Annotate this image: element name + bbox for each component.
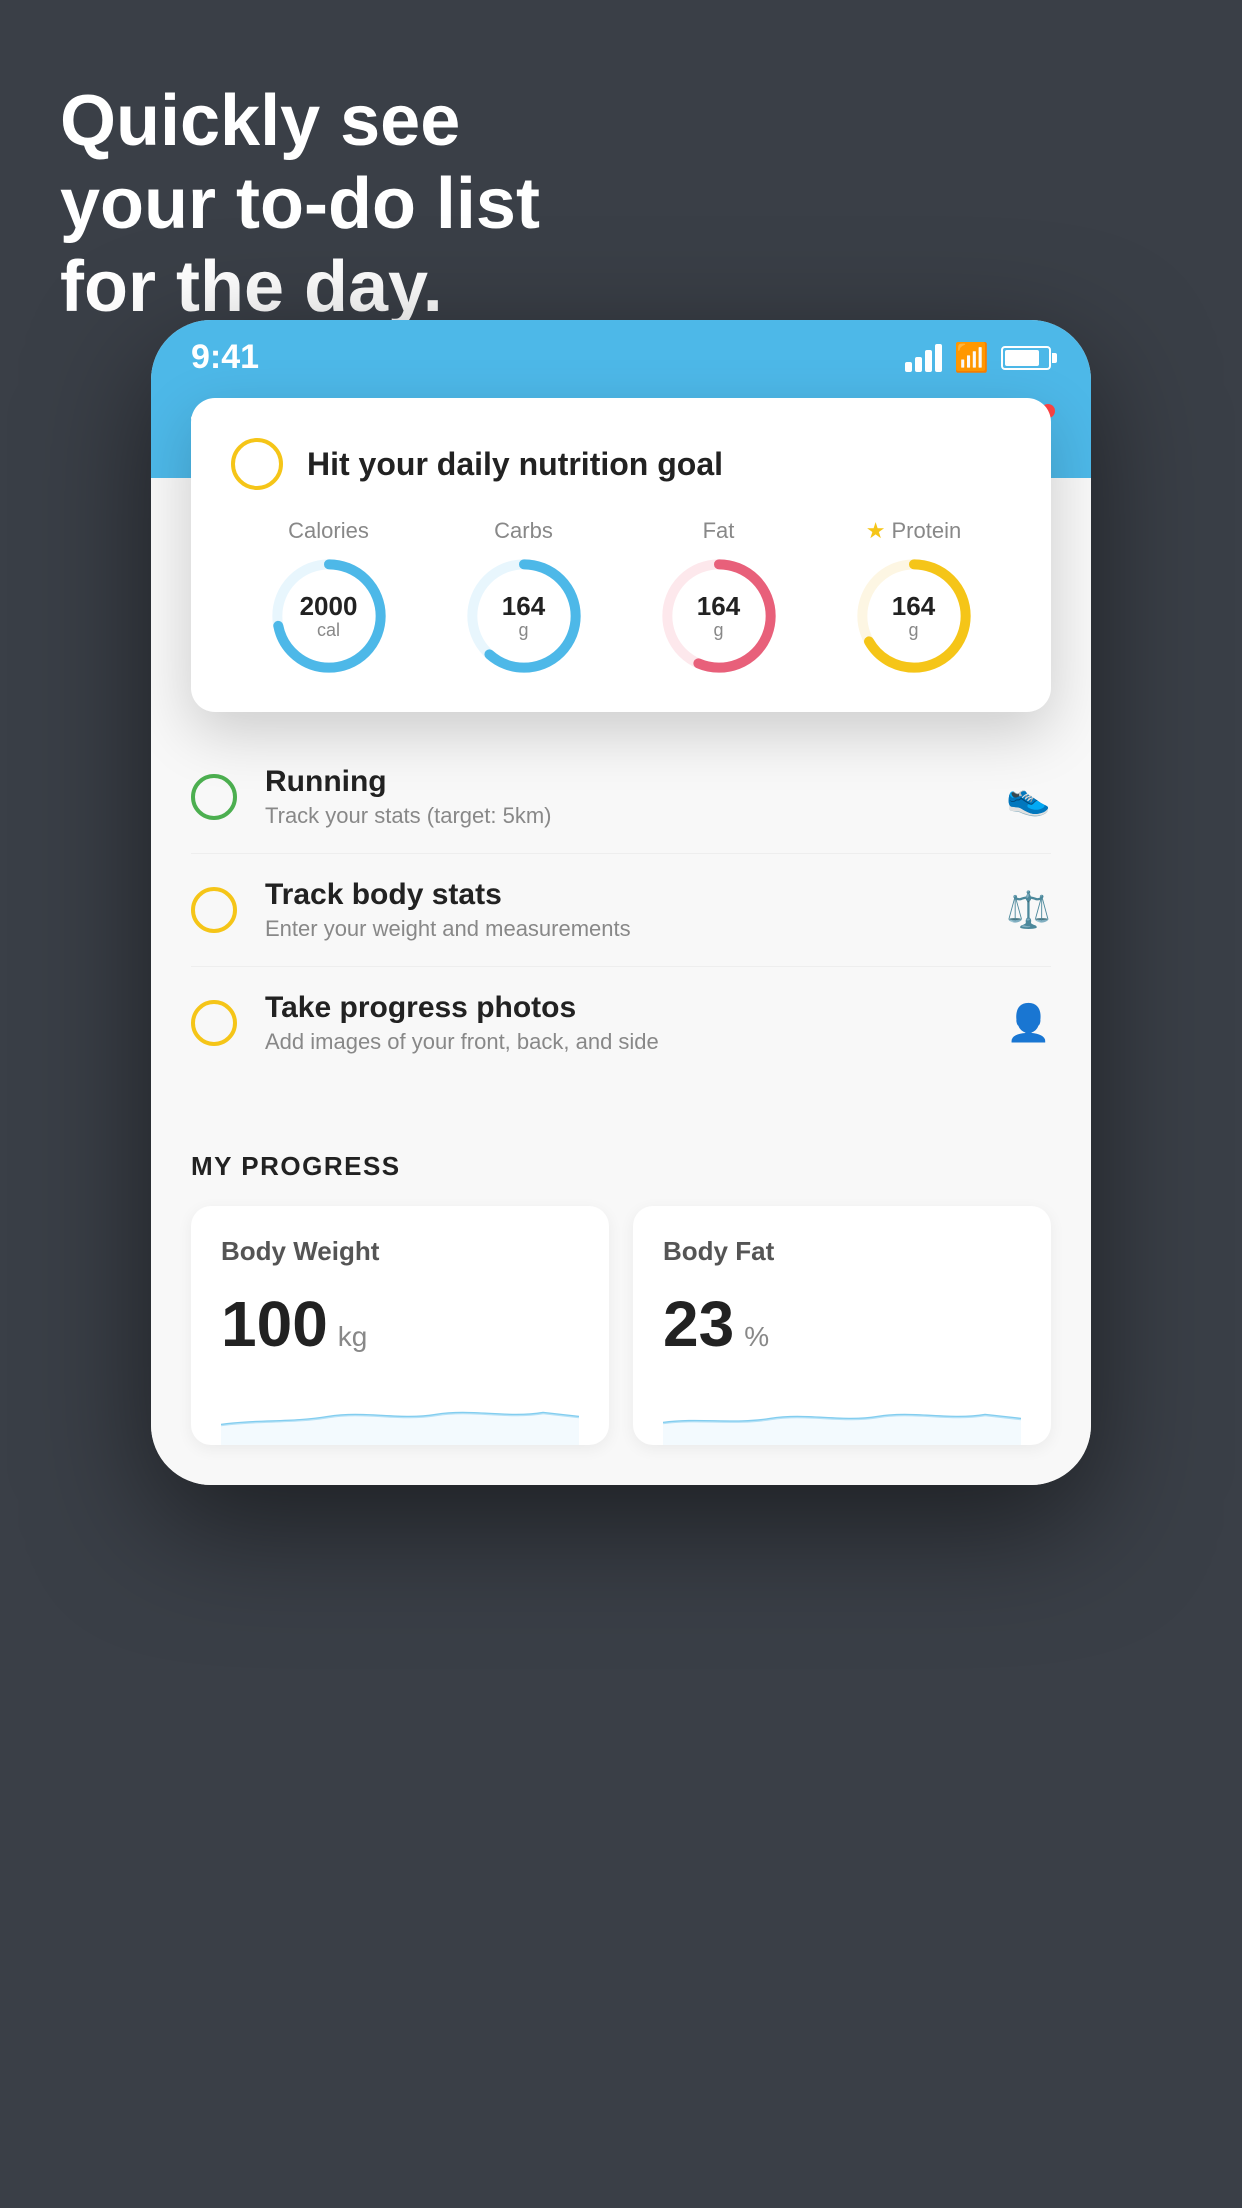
fat-value: 164 g [697, 592, 740, 640]
body-fat-card-title: Body Fat [663, 1236, 1021, 1267]
protein-star-icon: ★ [866, 518, 886, 544]
carbs-ring: 164 g [464, 556, 584, 676]
person-icon: 👤 [1006, 1002, 1051, 1044]
calories-value: 2000 cal [300, 592, 358, 640]
running-checkbox[interactable] [191, 774, 237, 820]
body-stats-text: Track body stats Enter your weight and m… [265, 878, 1006, 942]
body-stats-subtitle: Enter your weight and measurements [265, 916, 1006, 942]
progress-photos-title: Take progress photos [265, 991, 1006, 1025]
body-weight-unit: kg [338, 1321, 368, 1353]
fat-label: Fat [703, 518, 735, 544]
progress-cards: Body Weight 100 kg Body Fat [191, 1206, 1051, 1445]
my-progress-title: MY PROGRESS [191, 1151, 1051, 1182]
wifi-icon: 📶 [954, 341, 989, 374]
body-fat-value: 23 % [663, 1287, 1021, 1361]
body-fat-card: Body Fat 23 % [633, 1206, 1051, 1445]
battery-icon [1001, 346, 1051, 370]
my-progress-section: MY PROGRESS Body Weight 100 kg [151, 1111, 1091, 1445]
nutrition-checkbox[interactable] [231, 438, 283, 490]
nutrition-fat: Fat 164 g [659, 518, 779, 676]
todo-list: Running Track your stats (target: 5km) 👟… [191, 741, 1051, 1079]
fat-ring: 164 g [659, 556, 779, 676]
carbs-value: 164 g [502, 592, 545, 640]
body-weight-chart [221, 1385, 579, 1445]
calories-ring: 2000 cal [269, 556, 389, 676]
main-content: THINGS TO DO TODAY Hit your daily nutrit… [151, 478, 1091, 1111]
nutrition-card-title: Hit your daily nutrition goal [307, 446, 723, 483]
protein-ring: 164 g [854, 556, 974, 676]
protein-label: ★ Protein [866, 518, 961, 544]
phone-bottom [151, 1445, 1091, 1485]
protein-value: 164 g [892, 592, 935, 640]
todo-item-body-stats[interactable]: Track body stats Enter your weight and m… [191, 854, 1051, 967]
scale-icon: ⚖️ [1006, 889, 1051, 931]
signal-icon [905, 344, 942, 372]
body-weight-number: 100 [221, 1287, 328, 1361]
running-shoe-icon: 👟 [1006, 776, 1051, 818]
status-icons: 📶 [905, 341, 1051, 374]
nutrition-card: Hit your daily nutrition goal Calories [191, 398, 1051, 712]
phone-frame: 9:41 📶 Dashboard 🔔 T [151, 320, 1091, 1485]
calories-label: Calories [288, 518, 369, 544]
running-text: Running Track your stats (target: 5km) [265, 765, 1006, 829]
nutrition-carbs: Carbs 164 g [464, 518, 584, 676]
status-time: 9:41 [191, 338, 259, 377]
phone-wrapper: 9:41 📶 Dashboard 🔔 T [151, 320, 1091, 1485]
body-weight-card-title: Body Weight [221, 1236, 579, 1267]
running-subtitle: Track your stats (target: 5km) [265, 803, 1006, 829]
body-stats-checkbox[interactable] [191, 887, 237, 933]
running-title: Running [265, 765, 1006, 799]
progress-photos-checkbox[interactable] [191, 1000, 237, 1046]
nutrition-card-header: Hit your daily nutrition goal [231, 438, 1011, 490]
body-fat-chart [663, 1385, 1021, 1445]
todo-item-running[interactable]: Running Track your stats (target: 5km) 👟 [191, 741, 1051, 854]
nutrition-row: Calories 2000 cal [231, 518, 1011, 676]
body-stats-title: Track body stats [265, 878, 1006, 912]
progress-photos-subtitle: Add images of your front, back, and side [265, 1029, 1006, 1055]
body-weight-card: Body Weight 100 kg [191, 1206, 609, 1445]
body-fat-unit: % [744, 1321, 769, 1353]
body-fat-number: 23 [663, 1287, 734, 1361]
body-weight-value: 100 kg [221, 1287, 579, 1361]
todo-item-progress-photos[interactable]: Take progress photos Add images of your … [191, 967, 1051, 1079]
nutrition-protein: ★ Protein 164 g [854, 518, 974, 676]
nutrition-calories: Calories 2000 cal [269, 518, 389, 676]
carbs-label: Carbs [494, 518, 553, 544]
progress-photos-text: Take progress photos Add images of your … [265, 991, 1006, 1055]
hero-text: Quickly see your to-do list for the day. [60, 80, 540, 328]
status-bar: 9:41 📶 [151, 320, 1091, 387]
